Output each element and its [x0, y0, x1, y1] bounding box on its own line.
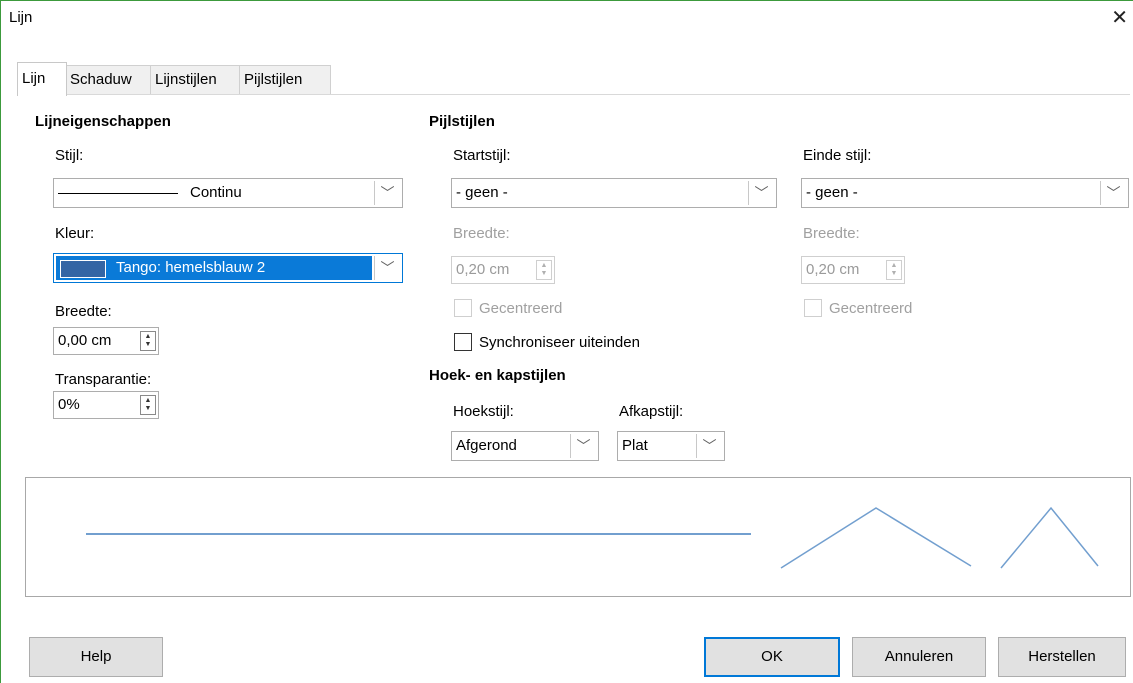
chevron-down-icon[interactable]: ﹀ [374, 256, 400, 280]
chevron-down-icon[interactable]: ﹀ [696, 434, 722, 458]
ok-button[interactable]: OK [704, 637, 840, 677]
preview-angle-line [780, 507, 972, 569]
chevron-down-icon[interactable]: ﹀ [748, 181, 774, 205]
tab-lijnstijlen[interactable]: Lijnstijlen [150, 65, 240, 95]
tab-label: Lijnstijlen [155, 71, 217, 88]
line-color-value: Tango: hemelsblauw 2 [116, 259, 266, 276]
line-width-value: 0,00 cm [58, 332, 112, 349]
tab-lijn[interactable]: Lijn [17, 62, 67, 96]
line-sample [58, 193, 178, 194]
line-style-select[interactable]: Continu ﹀ [53, 178, 403, 208]
sync-ends-checkbox[interactable] [454, 333, 472, 351]
line-dialog: Lijn ✕ Lijn Schaduw Lijnstijlen Pijlstij… [0, 0, 1133, 683]
preview-acute-line [1000, 506, 1099, 569]
transparency-label: Transparantie: [55, 371, 152, 388]
corner-cap-heading: Hoek- en kapstijlen [429, 367, 566, 384]
spinner-arrows-icon[interactable]: ▲ ▼ [536, 260, 552, 280]
spinner-arrows-icon[interactable]: ▲ ▼ [140, 395, 156, 415]
title-bar: Lijn ✕ [1, 1, 1133, 35]
start-centered-label: Gecentreerd [479, 300, 563, 317]
line-style-value: Continu [190, 184, 242, 201]
start-centered-checkbox[interactable] [454, 299, 472, 317]
tab-page-lijn: Lijneigenschappen Stijl: Continu ﹀ Kleur… [17, 94, 1131, 604]
color-swatch [60, 260, 106, 278]
tab-label: Lijn [22, 70, 46, 87]
tab-label: Schaduw [70, 71, 132, 88]
end-style-value: - geen - [806, 184, 858, 201]
corner-style-label: Hoekstijl: [453, 403, 514, 420]
line-properties-heading: Lijneigenschappen [35, 113, 171, 130]
reset-label: Herstellen [1028, 648, 1096, 665]
corner-style-value: Afgerond [456, 437, 517, 454]
line-color-select[interactable]: Tango: hemelsblauw 2 ﹀ [53, 253, 403, 283]
transparency-spinner[interactable]: 0% ▲ ▼ [53, 391, 159, 419]
cap-style-select[interactable]: Plat ﹀ [617, 431, 725, 461]
arrow-styles-heading: Pijlstijlen [429, 113, 495, 130]
cancel-button[interactable]: Annuleren [852, 637, 986, 677]
start-style-select[interactable]: - geen - ﹀ [451, 178, 777, 208]
end-style-select[interactable]: - geen - ﹀ [801, 178, 1129, 208]
help-label: Help [80, 648, 112, 665]
chevron-down-icon[interactable]: ﹀ [1100, 181, 1126, 205]
dialog-title: Lijn [9, 9, 33, 26]
start-width-value: 0,20 cm [456, 261, 510, 278]
start-width-label: Breedte: [453, 225, 510, 242]
end-centered-label: Gecentreerd [829, 300, 913, 317]
corner-style-select[interactable]: Afgerond ﹀ [451, 431, 599, 461]
reset-button[interactable]: Herstellen [998, 637, 1126, 677]
chevron-down-icon[interactable]: ﹀ [374, 181, 400, 205]
spinner-arrows-icon[interactable]: ▲ ▼ [886, 260, 902, 280]
start-width-spinner[interactable]: 0,20 cm ▲ ▼ [451, 256, 555, 284]
transparency-value: 0% [58, 396, 80, 413]
cap-style-label: Afkapstijl: [619, 403, 684, 420]
preview-drawing [86, 506, 1099, 569]
sync-ends-label: Synchroniseer uiteinden [479, 334, 640, 351]
end-width-label: Breedte: [803, 225, 860, 242]
color-label: Kleur: [55, 225, 95, 242]
end-centered-checkbox[interactable] [804, 299, 822, 317]
line-preview [25, 477, 1131, 597]
start-style-value: - geen - [456, 184, 508, 201]
end-width-spinner[interactable]: 0,20 cm ▲ ▼ [801, 256, 905, 284]
close-icon[interactable]: ✕ [1111, 5, 1128, 30]
end-width-value: 0,20 cm [806, 261, 860, 278]
ok-label: OK [761, 648, 783, 665]
cancel-label: Annuleren [884, 648, 954, 665]
tab-label: Pijlstijlen [244, 71, 303, 88]
line-width-spinner[interactable]: 0,00 cm ▲ ▼ [53, 327, 159, 355]
help-button[interactable]: Help [29, 637, 163, 677]
cap-style-value: Plat [622, 437, 648, 454]
start-style-label: Startstijl: [453, 147, 511, 164]
tab-pijlstijlen[interactable]: Pijlstijlen [239, 65, 331, 95]
end-style-label: Einde stijl: [803, 147, 872, 164]
width-label: Breedte: [55, 303, 112, 320]
chevron-down-icon[interactable]: ﹀ [570, 434, 596, 458]
tab-schaduw[interactable]: Schaduw [65, 65, 151, 95]
style-label: Stijl: [55, 147, 84, 164]
spinner-arrows-icon[interactable]: ▲ ▼ [140, 331, 156, 351]
